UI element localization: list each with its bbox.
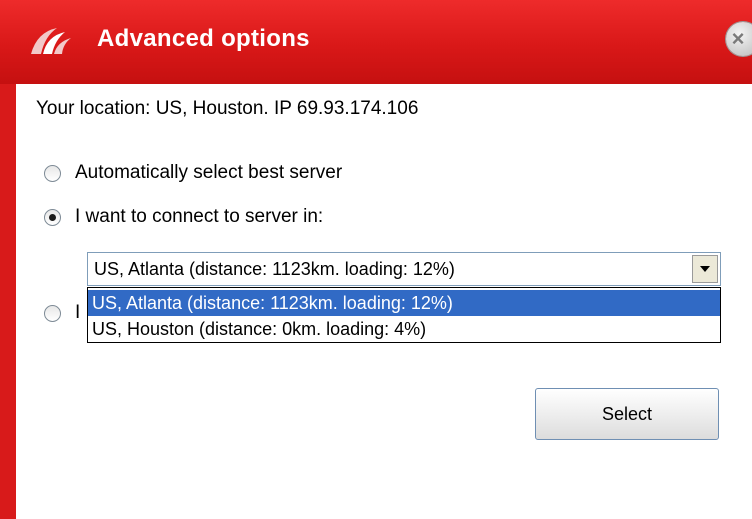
auto-server-label: Automatically select best server [75,162,343,183]
app-logo-icon [31,28,71,54]
server-combobox[interactable]: US, Atlanta (distance: 1123km. loading: … [87,252,721,286]
third-option-label: I [75,302,81,323]
server-dropdown-list: US, Atlanta (distance: 1123km. loading: … [87,287,721,343]
close-icon: × [731,26,745,51]
server-option-atlanta[interactable]: US, Atlanta (distance: 1123km. loading: … [88,290,720,316]
window-title: Advanced options [97,25,310,52]
manual-server-label: I want to connect to server in: [75,206,324,227]
auto-server-radio[interactable] [44,165,61,182]
manual-server-radio[interactable] [44,209,61,226]
server-combobox-value: US, Atlanta (distance: 1123km. loading: … [94,259,455,279]
select-button[interactable]: Select [535,388,719,440]
dropdown-arrow-button[interactable] [692,255,718,283]
window-frame [0,84,16,519]
close-button[interactable]: × [726,22,752,56]
title-bar: Advanced options × [0,0,752,84]
third-option-radio[interactable] [44,305,61,322]
server-option-houston[interactable]: US, Houston (distance: 0km. loading: 4%) [88,316,720,342]
location-info: Your location: US, Houston. IP 69.93.174… [36,98,419,119]
chevron-down-icon [700,266,710,272]
radio-selected-dot [49,214,56,221]
